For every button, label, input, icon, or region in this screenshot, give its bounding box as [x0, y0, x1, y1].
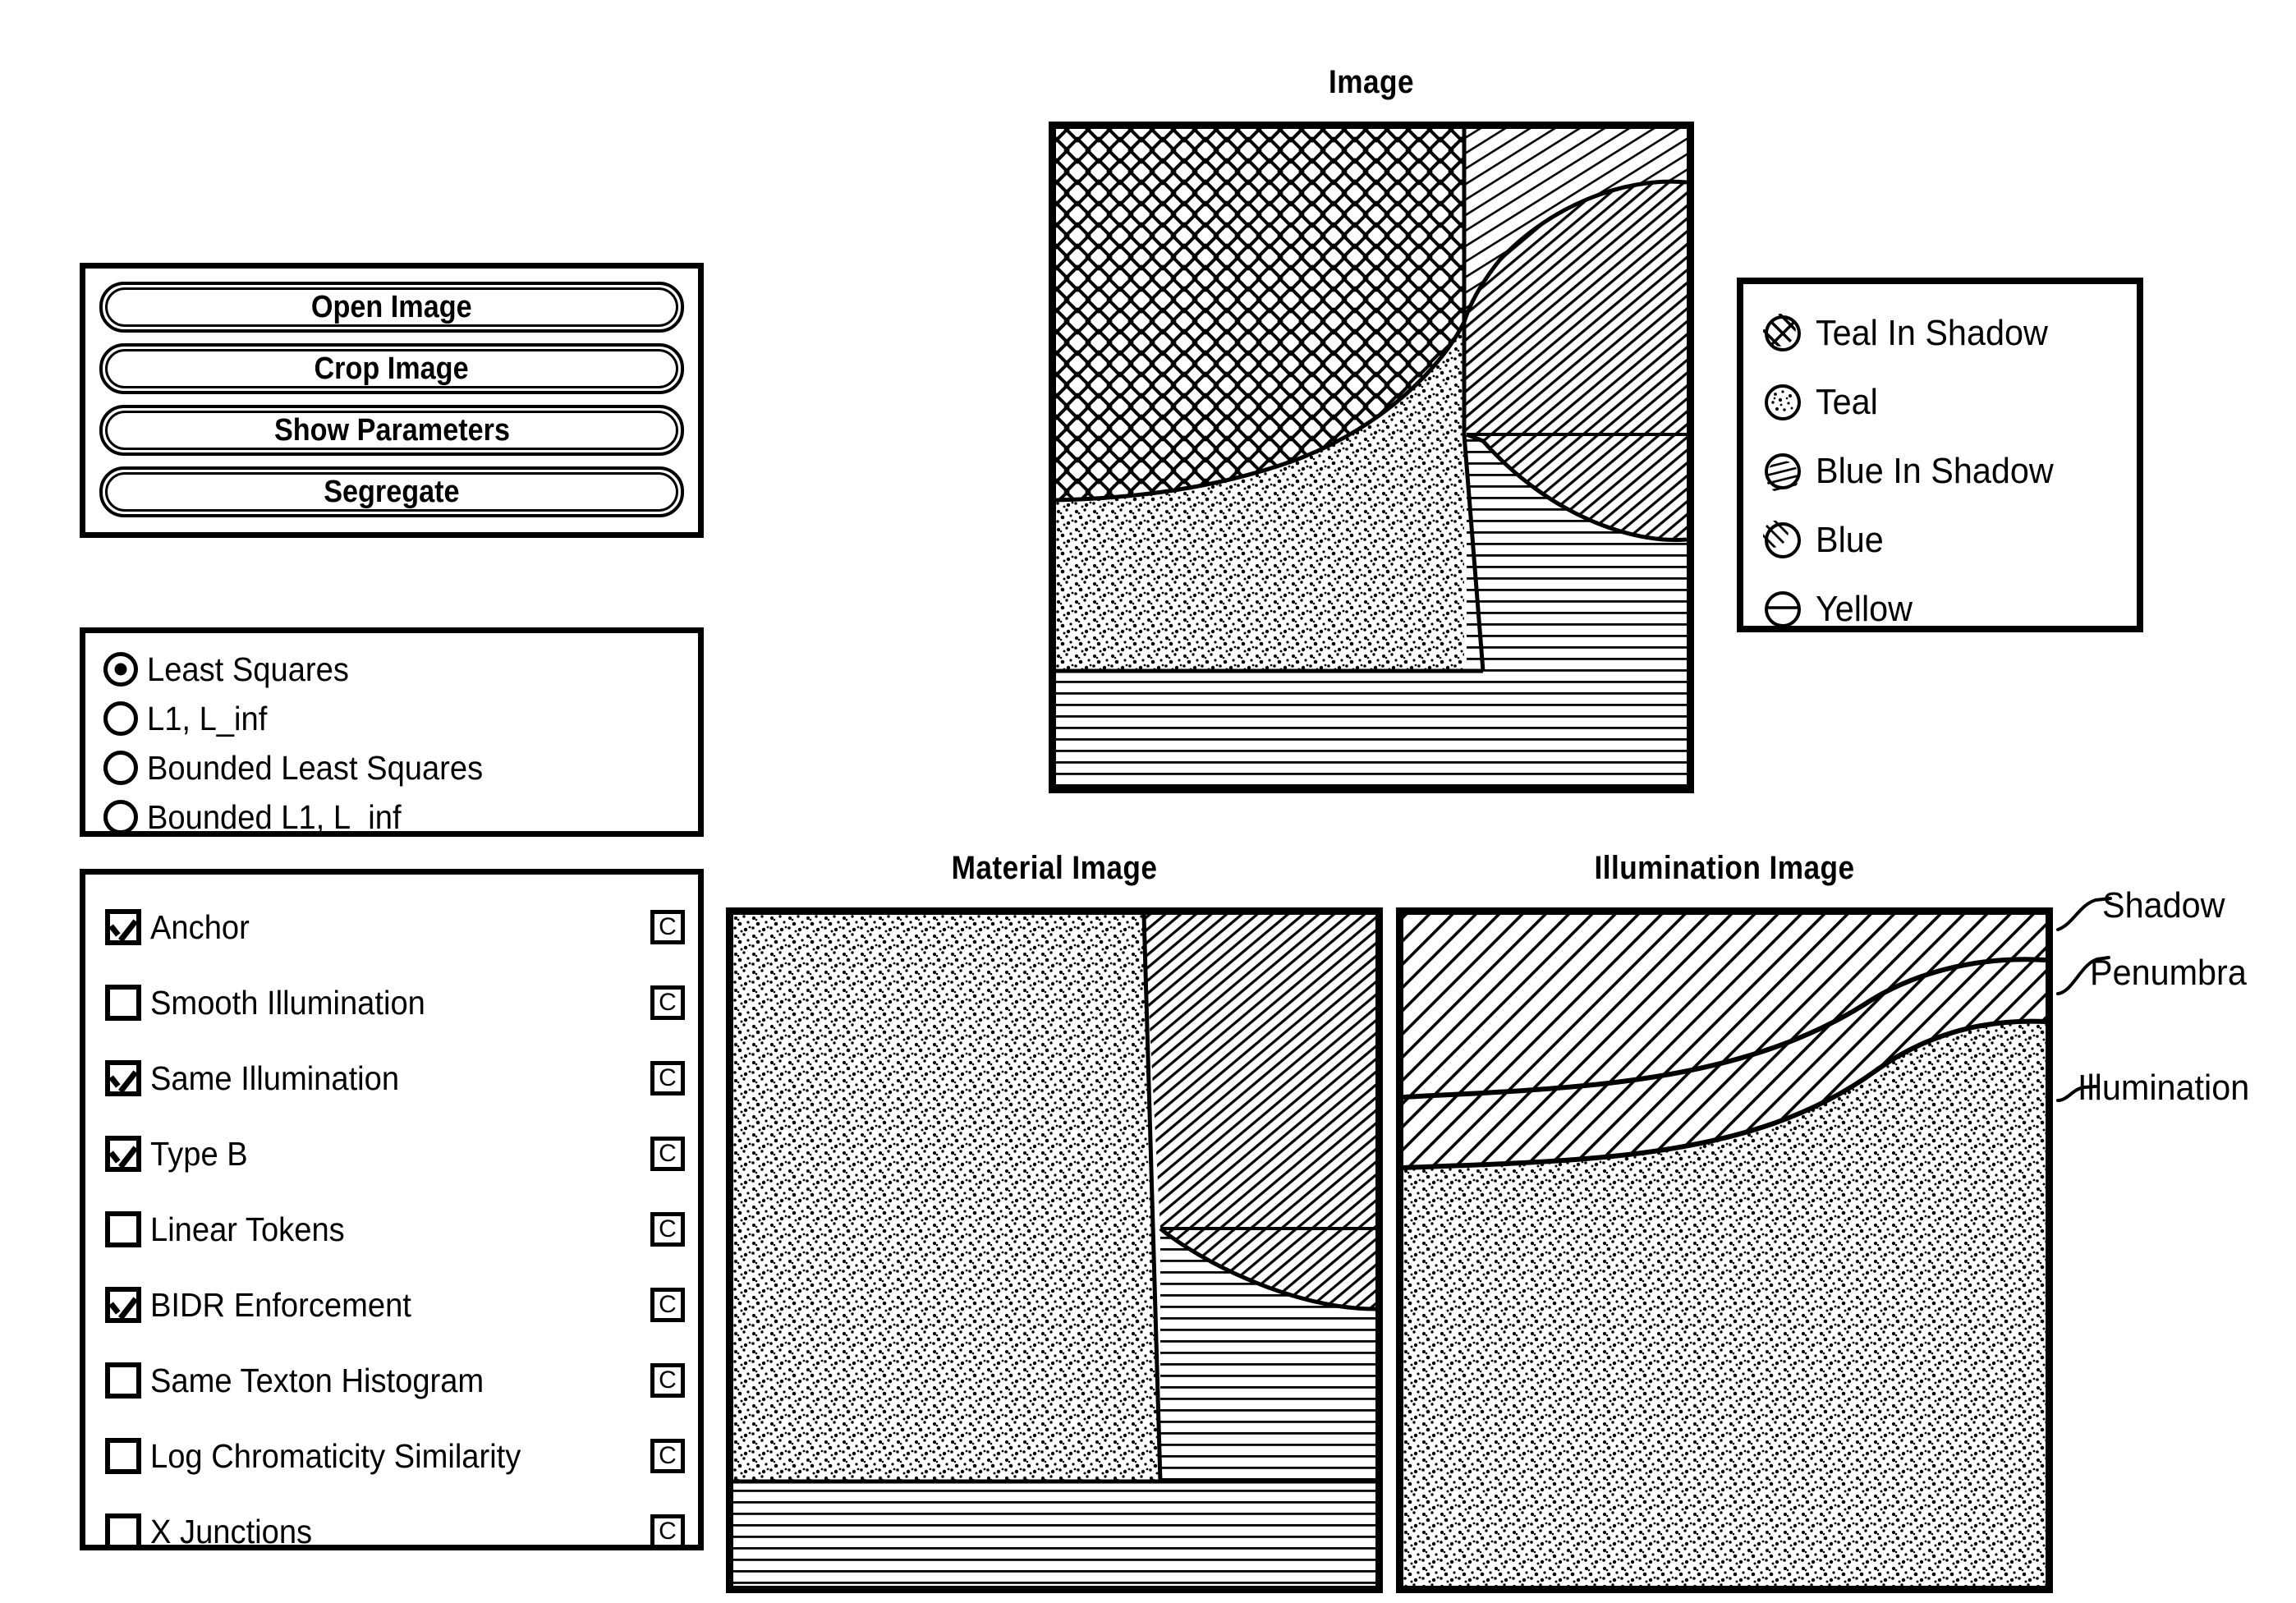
checkbox-unchecked-icon[interactable]: [105, 1438, 141, 1474]
region-legend: Teal In Shadow Teal Blue In Shadow Blue …: [1737, 278, 2143, 632]
legend-label: Yellow: [1816, 589, 1913, 629]
checkbox-unchecked-icon[interactable]: [105, 1362, 141, 1399]
show-parameters-button[interactable]: Show Parameters: [99, 405, 684, 456]
image-panel-canvas: [1056, 129, 1687, 786]
checkbox-label: Smooth Illumination: [150, 983, 425, 1022]
image-panel[interactable]: [1049, 122, 1694, 793]
radio-item-least-squares[interactable]: Least Squares: [103, 645, 682, 694]
checkbox-label: Linear Tokens: [150, 1210, 345, 1248]
radio-item-bounded-l1-linf[interactable]: Bounded L1, L_inf: [103, 792, 682, 842]
checkbox-label: Anchor: [150, 907, 250, 946]
crosshatch-swatch-icon: [1763, 314, 1802, 353]
constraint-badge-icon[interactable]: C: [650, 910, 685, 944]
radio-label: Bounded Least Squares: [147, 748, 484, 787]
checkbox-item-same-texton-histogram[interactable]: Same Texton Histogram C: [105, 1343, 685, 1418]
radio-label: Bounded L1, L_inf: [147, 797, 402, 836]
radio-selected-icon[interactable]: [103, 652, 138, 687]
open-image-label: Open Image: [311, 289, 472, 324]
dense-diagonal-swatch-icon: [1763, 521, 1802, 560]
legend-item-teal-in-shadow: Teal In Shadow: [1763, 299, 2137, 368]
horizontal-line-swatch-icon: [1765, 591, 1801, 627]
constraint-checkbox-group: Anchor C Smooth Illumination C Same Illu…: [80, 869, 704, 1550]
legend-item-teal: Teal: [1763, 368, 2137, 437]
legend-item-yellow: Yellow: [1763, 575, 2137, 644]
callout-label-penumbra: Penumbra: [2090, 953, 2247, 993]
callout-label-illumination: Illumination: [2078, 1068, 2250, 1108]
image-panel-title: Image: [1329, 64, 1414, 100]
checkbox-unchecked-icon[interactable]: [105, 1513, 141, 1550]
checkbox-label: X Junctions: [150, 1512, 313, 1550]
checkbox-label: Log Chromaticity Similarity: [150, 1436, 521, 1475]
radio-item-l1-linf[interactable]: L1, L_inf: [103, 694, 682, 743]
crop-image-button[interactable]: Crop Image: [99, 343, 684, 394]
checkbox-item-anchor[interactable]: Anchor C: [105, 889, 685, 965]
material-panel-canvas: [733, 915, 1375, 1586]
checkbox-checked-icon[interactable]: [105, 909, 141, 945]
legend-label: Teal In Shadow: [1816, 313, 2048, 353]
radio-label: Least Squares: [147, 650, 349, 688]
constraint-badge-icon[interactable]: C: [650, 985, 685, 1020]
illumination-image-panel[interactable]: [1396, 907, 2053, 1593]
legend-label: Blue In Shadow: [1816, 451, 2054, 491]
radio-unselected-icon[interactable]: [103, 800, 138, 834]
legend-item-blue-in-shadow: Blue In Shadow: [1763, 437, 2137, 506]
checkbox-item-linear-tokens[interactable]: Linear Tokens C: [105, 1192, 685, 1267]
constraint-badge-icon[interactable]: C: [650, 1514, 685, 1549]
checkbox-unchecked-icon[interactable]: [105, 985, 141, 1021]
radio-label: L1, L_inf: [147, 699, 268, 737]
illumination-panel-title: Illumination Image: [1594, 850, 1855, 886]
radio-unselected-icon[interactable]: [103, 701, 138, 736]
checkbox-checked-icon[interactable]: [105, 1287, 141, 1323]
constraint-badge-icon[interactable]: C: [650, 1212, 685, 1247]
checkbox-label: Same Texton Histogram: [150, 1361, 484, 1399]
radio-unselected-icon[interactable]: [103, 751, 138, 785]
radio-item-bounded-least-squares[interactable]: Bounded Least Squares: [103, 743, 682, 792]
checkbox-item-bidr-enforcement[interactable]: BIDR Enforcement C: [105, 1267, 685, 1343]
legend-label: Teal: [1816, 382, 1878, 422]
checkbox-checked-icon[interactable]: [105, 1136, 141, 1172]
callout-label-shadow: Shadow: [2102, 885, 2225, 926]
checkbox-unchecked-icon[interactable]: [105, 1211, 141, 1247]
checkbox-item-same-illumination[interactable]: Same Illumination C: [105, 1040, 685, 1116]
dots-swatch-icon: [1765, 384, 1801, 420]
checkbox-label: BIDR Enforcement: [150, 1285, 411, 1324]
checkbox-item-x-junctions[interactable]: X Junctions C: [105, 1494, 685, 1569]
solver-radio-group: Least Squares L1, L_inf Bounded Least Sq…: [80, 627, 704, 837]
checkbox-item-log-chromaticity-similarity[interactable]: Log Chromaticity Similarity C: [105, 1418, 685, 1494]
material-panel-title: Material Image: [951, 850, 1158, 886]
checkbox-item-type-b[interactable]: Type B C: [105, 1116, 685, 1192]
crop-image-label: Crop Image: [314, 351, 470, 386]
action-button-group: Open Image Crop Image Show Parameters Se…: [80, 263, 704, 538]
legend-label: Blue: [1816, 520, 1884, 560]
constraint-badge-icon[interactable]: C: [650, 1439, 685, 1473]
segregate-label: Segregate: [324, 474, 460, 509]
sparse-diagonal-swatch-icon: [1763, 453, 1802, 491]
checkbox-item-smooth-illumination[interactable]: Smooth Illumination C: [105, 965, 685, 1040]
checkbox-label: Same Illumination: [150, 1059, 400, 1097]
checkbox-checked-icon[interactable]: [105, 1060, 141, 1096]
legend-item-blue: Blue: [1763, 506, 2137, 575]
show-parameters-label: Show Parameters: [273, 412, 510, 448]
checkbox-label: Type B: [150, 1134, 248, 1173]
illumination-panel-canvas: [1403, 915, 2046, 1586]
constraint-badge-icon[interactable]: C: [650, 1137, 685, 1171]
segregate-button[interactable]: Segregate: [99, 466, 684, 517]
constraint-badge-icon[interactable]: C: [650, 1363, 685, 1398]
constraint-badge-icon[interactable]: C: [650, 1288, 685, 1322]
open-image-button[interactable]: Open Image: [99, 282, 684, 333]
material-image-panel[interactable]: [726, 907, 1383, 1593]
constraint-badge-icon[interactable]: C: [650, 1061, 685, 1095]
